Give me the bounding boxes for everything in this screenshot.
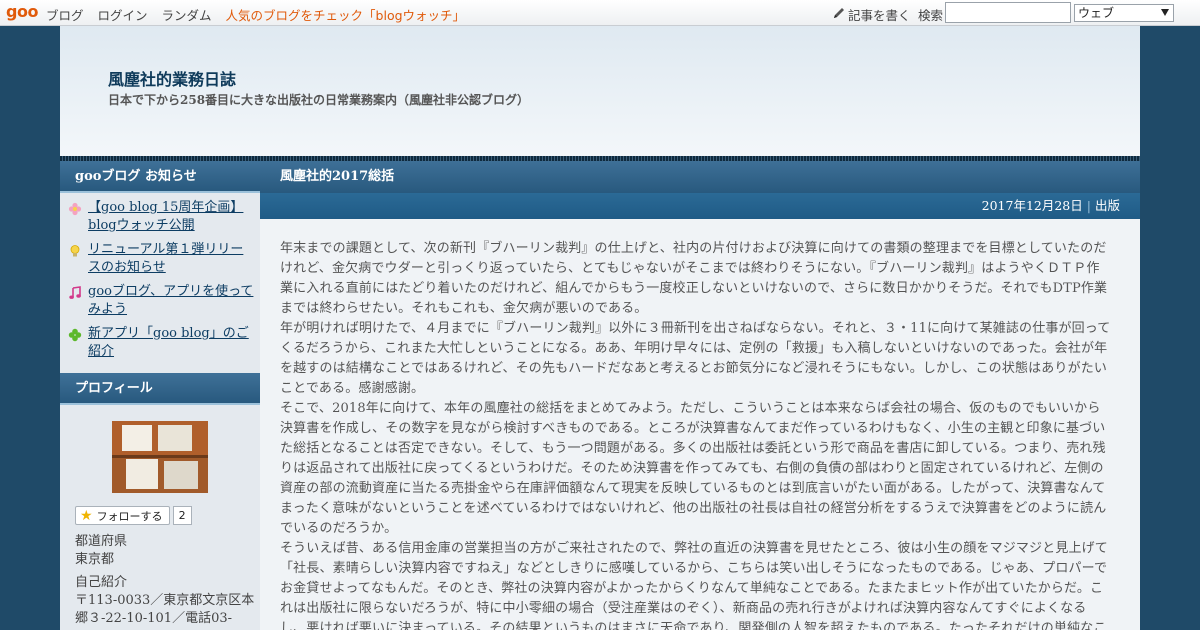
avatar-card xyxy=(164,461,198,489)
goo-logo[interactable]: goo xyxy=(6,3,38,21)
write-article-link[interactable]: 記事を書く xyxy=(848,5,911,24)
post-paragraph: 年末までの課題として、次の新刊『ブハーリン裁判』の仕上げと、社内の片付けおよび決… xyxy=(280,241,1108,316)
blog-container: 風塵社的業務日誌 日本で下から258番目に大きな出版社の日常業務案内（風塵社非公… xyxy=(60,26,1140,630)
blog-watch-promo-link[interactable]: 人気のブログをチェック「blogウォッチ」 xyxy=(226,5,466,24)
top-nav: ブログ ログイン ランダム 人気のブログをチェック「blogウォッチ」 xyxy=(46,5,479,24)
post-paragraph: そこで、2018年に向けて、本年の風塵社の総括をまとめてみよう。ただし、こういう… xyxy=(280,401,1107,536)
post-paragraph: 年が明ければ明けたで、４月までに『ブハーリン裁判』以外に３冊新刊を出さねばならな… xyxy=(280,321,1111,396)
search-label: 検索 xyxy=(918,8,944,23)
prefecture-label: 都道府県 xyxy=(75,534,128,549)
notice-link-app[interactable]: gooブログ、アプリを使ってみよう xyxy=(88,283,254,319)
prefecture-value: 東京都 xyxy=(75,552,115,567)
follow-label: フォローする xyxy=(96,509,163,523)
nav-random-link[interactable]: ランダム xyxy=(162,5,212,24)
profile-heading: プロフィール xyxy=(60,373,260,405)
follow-widget: ★ フォローする 2 xyxy=(75,506,260,525)
search-input[interactable] xyxy=(945,2,1071,23)
avatar-card xyxy=(126,459,158,489)
lightbulb-icon xyxy=(70,245,80,257)
follow-button[interactable]: ★ フォローする xyxy=(75,506,170,525)
post-meta: 2017年12月28日 | 出版 xyxy=(260,193,1140,219)
star-icon: ★ xyxy=(80,507,93,524)
post-title[interactable]: 風塵社的2017総括 xyxy=(260,161,1140,193)
sidebar: gooブログ お知らせ 【goo blog 15周年企画】blogウォッチ公開 … xyxy=(60,161,260,630)
avatar-stripe xyxy=(112,455,208,458)
blog-header: 風塵社的業務日誌 日本で下から258番目に大きな出版社の日常業務案内（風塵社非公… xyxy=(60,26,1140,156)
post-body: 年末までの課題として、次の新刊『ブハーリン裁判』の仕上げと、社内の片付けおよび決… xyxy=(260,219,1140,630)
profile-details: 都道府県 東京都 自己紹介 〒113-0033／東京都文京区本 郷３-22-10… xyxy=(60,525,260,628)
avatar[interactable] xyxy=(112,421,208,493)
post-paragraph: そういえば昔、ある信用金庫の営業担当の方がご来社されたので、弊社の直近の決算書を… xyxy=(280,541,1108,630)
main-content: 風塵社的2017総括 2017年12月28日 | 出版 年末までの課題として、次の新… xyxy=(260,161,1140,630)
search-scope-select[interactable]: ウェブ xyxy=(1074,4,1174,22)
post-category-link[interactable]: 出版 xyxy=(1095,198,1120,213)
notice-link-blogwatch[interactable]: 【goo blog 15周年企画】blogウォッチ公開 xyxy=(88,199,254,235)
avatar-card xyxy=(158,425,192,451)
post-date: 2017年12月28日 xyxy=(981,198,1083,213)
notice-link-renewal[interactable]: リニューアル第１弾リリースのお知らせ xyxy=(88,241,254,277)
music-note-icon xyxy=(69,286,81,299)
search-scope-value: ウェブ xyxy=(1078,6,1115,20)
flower-icon xyxy=(68,202,82,216)
intro-label: 自己紹介 xyxy=(75,575,128,590)
notices-heading: gooブログ お知らせ xyxy=(60,161,260,193)
nav-blog-link[interactable]: ブログ xyxy=(46,5,84,24)
notice-link-new-app[interactable]: 新アプリ「goo blog」のご紹介 xyxy=(88,325,254,361)
follower-count: 2 xyxy=(172,506,192,525)
avatar-card xyxy=(122,425,152,451)
notice-item: 【goo blog 15周年企画】blogウォッチ公開 xyxy=(66,199,254,235)
goo-toolbar: goo ブログ ログイン ランダム 人気のブログをチェック「blogウォッチ」 … xyxy=(0,0,1200,26)
intro-text-line: 〒113-0033／東京都文京区本 xyxy=(75,593,255,608)
clover-icon xyxy=(68,328,82,342)
notice-item: 新アプリ「goo blog」のご紹介 xyxy=(66,325,254,361)
notice-item: リニューアル第１弾リリースのお知らせ xyxy=(66,241,254,277)
notices-list: 【goo blog 15周年企画】blogウォッチ公開 リニューアル第１弾リリー… xyxy=(60,193,260,373)
pencil-icon[interactable] xyxy=(832,6,846,20)
meta-separator: | xyxy=(1086,198,1091,213)
blog-description: 日本で下から258番目に大きな出版社の日常業務案内（風塵社非公認ブログ） xyxy=(108,93,530,107)
dropdown-arrow-icon xyxy=(1161,9,1169,16)
profile-block: ★ フォローする 2 都道府県 東京都 自己紹介 〒113-0033／東京都文京… xyxy=(60,405,260,628)
nav-login-link[interactable]: ログイン xyxy=(98,5,148,24)
intro-text-line: 郷３-22-10-101／電話03- xyxy=(75,611,233,626)
blog-title[interactable]: 風塵社的業務日誌 xyxy=(108,66,236,90)
notice-item: gooブログ、アプリを使ってみよう xyxy=(66,283,254,319)
